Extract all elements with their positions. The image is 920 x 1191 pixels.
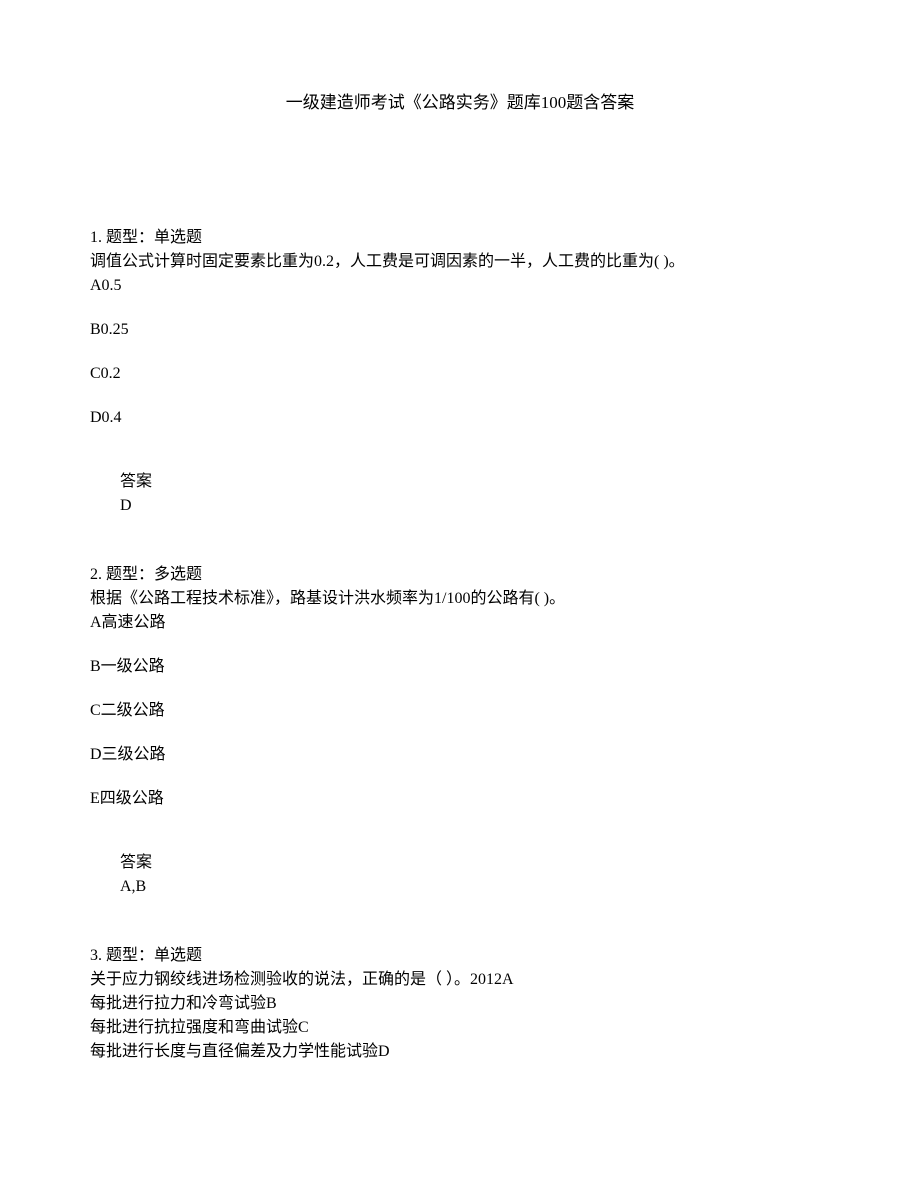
question-1-answer-value: D — [120, 494, 830, 518]
question-2: 2. 题型：多选题 根据《公路工程技术标准》，路基设计洪水频率为1/100的公路… — [90, 563, 830, 899]
question-1-header: 1. 题型：单选题 — [90, 226, 830, 250]
question-2-option-d: D三级公路 — [90, 743, 830, 767]
question-1-answer-block: 答案 D — [120, 470, 830, 518]
question-2-option-c: C二级公路 — [90, 699, 830, 723]
question-2-answer-label: 答案 — [120, 851, 830, 875]
document-title: 一级建造师考试《公路实务》题库100题含答案 — [90, 90, 830, 116]
question-1: 1. 题型：单选题 调值公式计算时固定要素比重为0.2，人工费是可调因素的一半，… — [90, 226, 830, 518]
question-3-line-3: 每批进行抗拉强度和弯曲试验C — [90, 1016, 830, 1040]
question-2-option-b: B一级公路 — [90, 655, 830, 679]
question-3-line-1: 关于应力钢绞线进场检测验收的说法，正确的是（ ）。2012A — [90, 968, 830, 992]
question-1-option-c: C0.2 — [90, 362, 830, 386]
question-1-option-a: A0.5 — [90, 274, 830, 298]
question-2-option-a: A高速公路 — [90, 611, 830, 635]
question-3-line-2: 每批进行拉力和冷弯试验B — [90, 992, 830, 1016]
question-2-answer-block: 答案 A,B — [120, 851, 830, 899]
question-1-option-b: B0.25 — [90, 318, 830, 342]
question-3-line-4: 每批进行长度与直径偏差及力学性能试验D — [90, 1040, 830, 1064]
question-2-option-e: E四级公路 — [90, 787, 830, 811]
question-1-answer-label: 答案 — [120, 470, 830, 494]
question-2-answer-value: A,B — [120, 875, 830, 899]
question-3: 3. 题型：单选题 关于应力钢绞线进场检测验收的说法，正确的是（ ）。2012A… — [90, 944, 830, 1064]
question-2-text: 根据《公路工程技术标准》，路基设计洪水频率为1/100的公路有( )。 — [90, 587, 830, 611]
question-1-text: 调值公式计算时固定要素比重为0.2，人工费是可调因素的一半，人工费的比重为( )… — [90, 250, 830, 274]
question-3-header: 3. 题型：单选题 — [90, 944, 830, 968]
question-1-option-d: D0.4 — [90, 406, 830, 430]
question-2-header: 2. 题型：多选题 — [90, 563, 830, 587]
